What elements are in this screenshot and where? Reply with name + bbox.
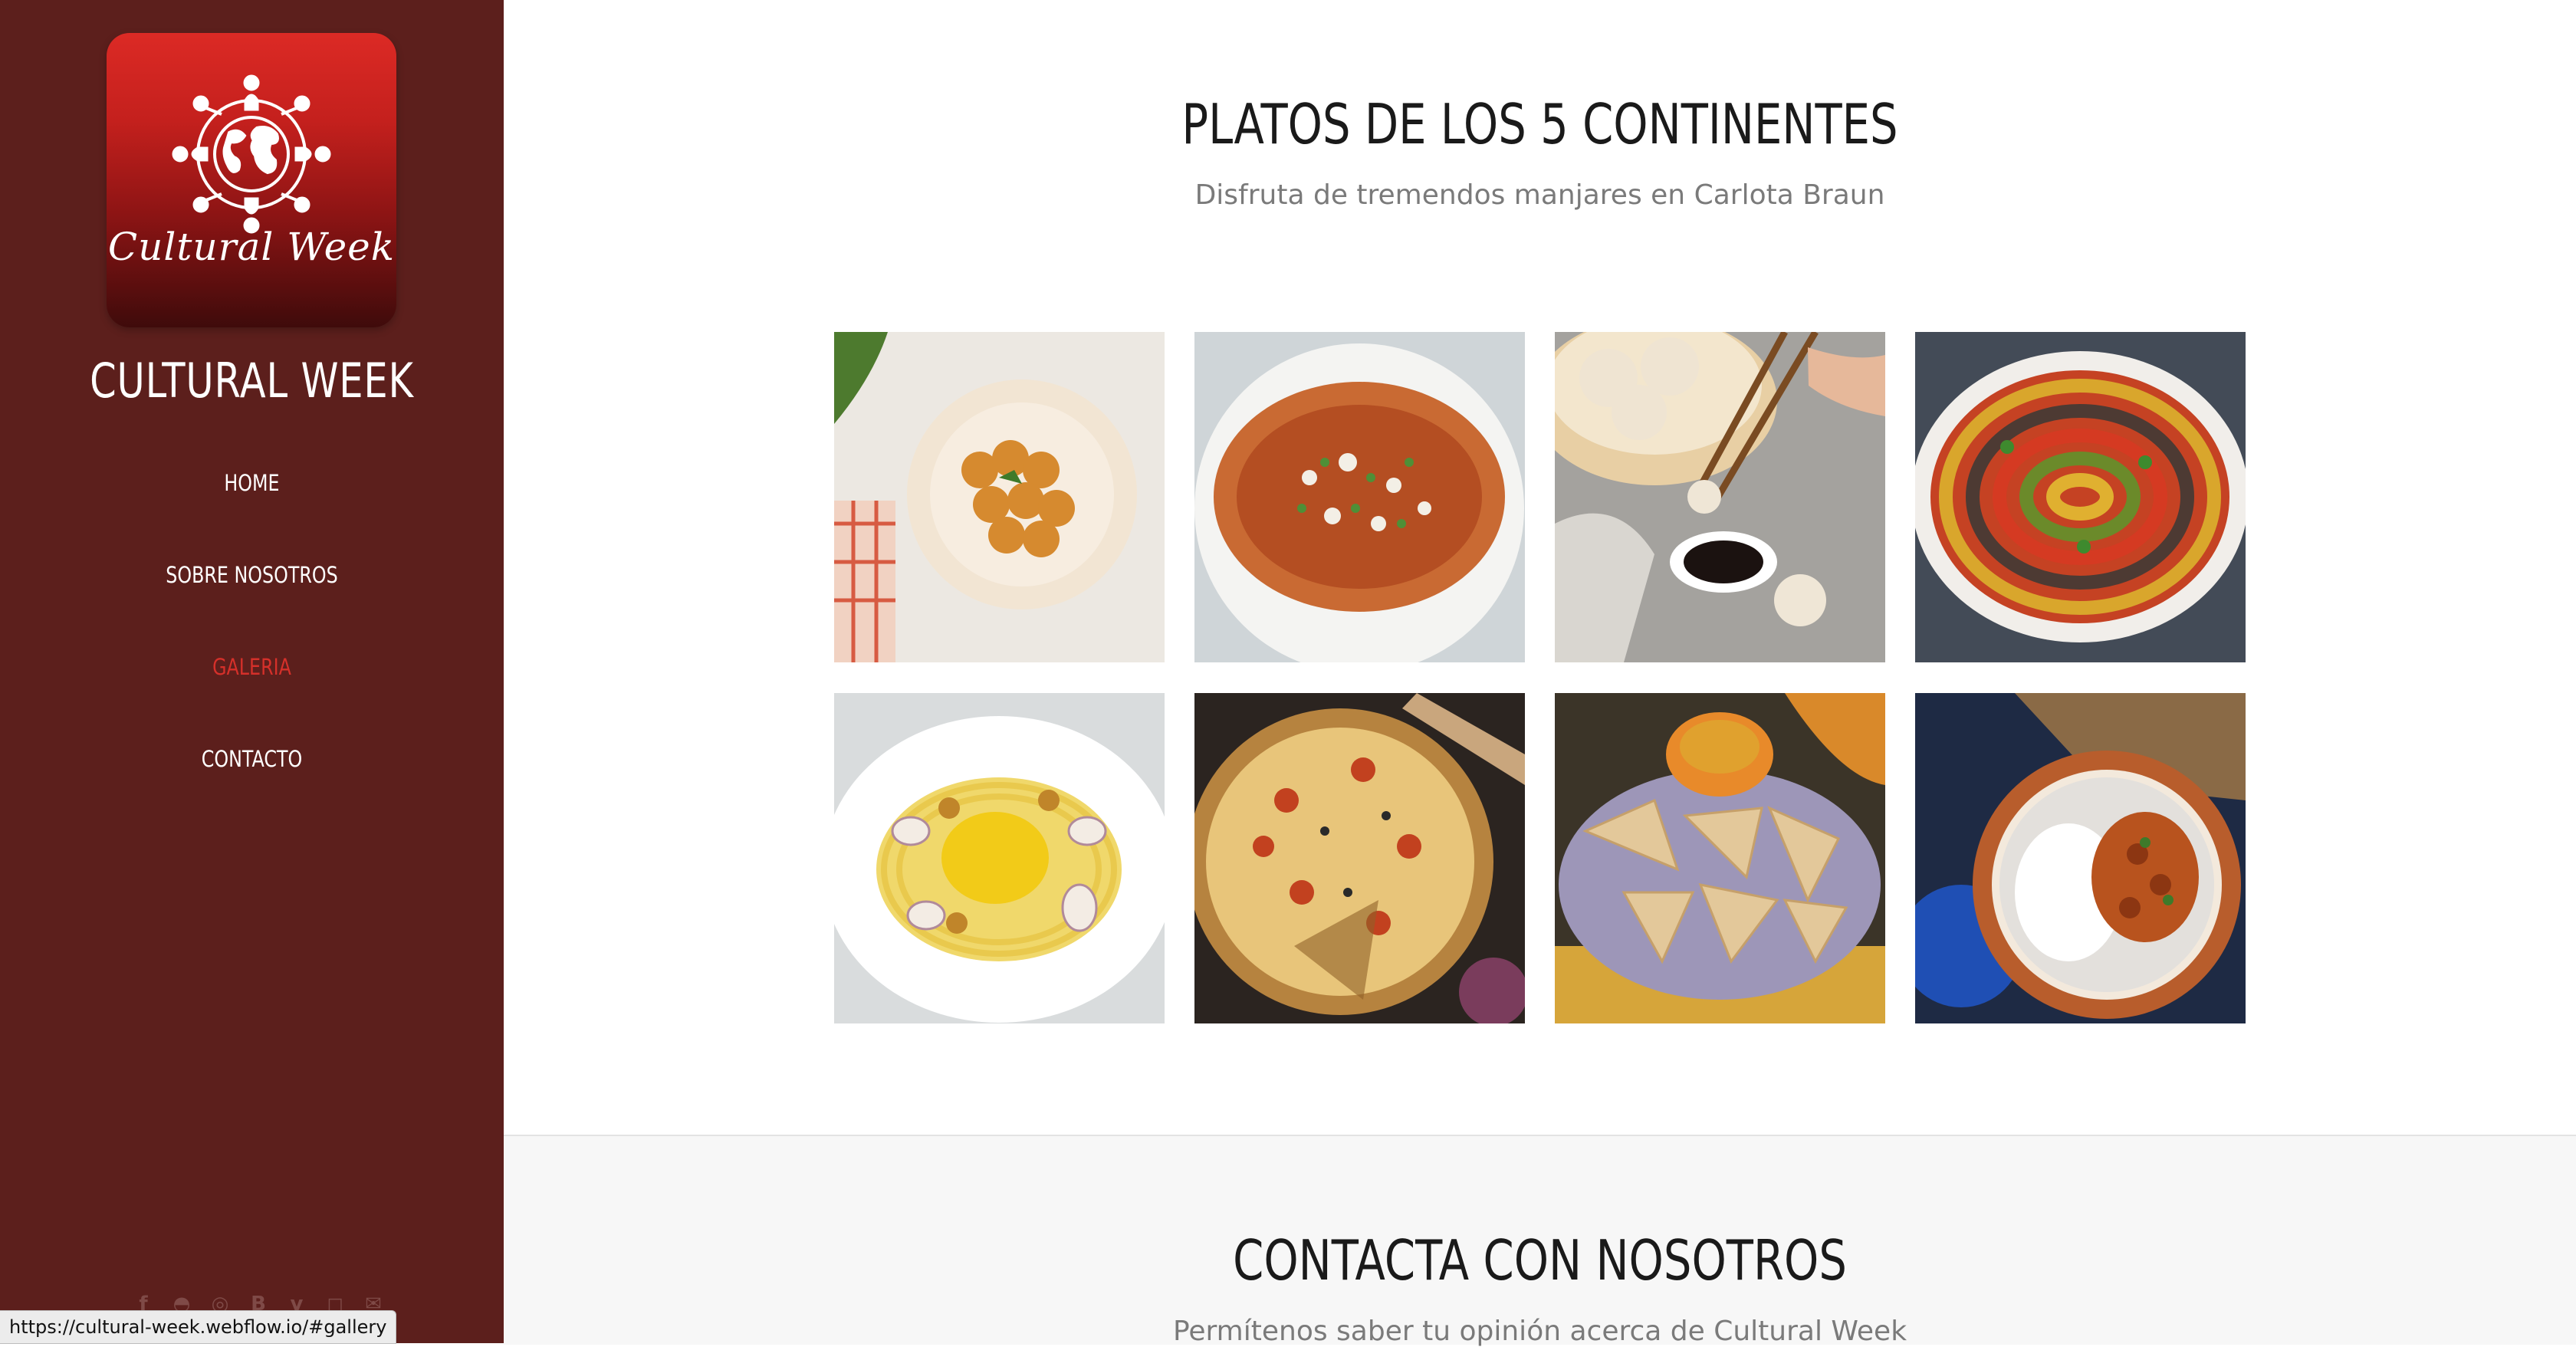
gallery-subtitle: Disfruta de tremendos manjares en Carlot… <box>1194 179 1885 211</box>
nav-item-galeria[interactable]: GALERIA <box>45 644 458 736</box>
gallery-image-pizza[interactable] <box>1194 693 1525 1023</box>
gallery-image-steamed-buns[interactable] <box>1555 332 1885 662</box>
main-nav: HOME SOBRE NOSOTROS GALERIA CONTACTO <box>0 460 504 828</box>
gallery-image-pasta[interactable] <box>834 693 1165 1023</box>
contact-subtitle: Permítenos saber tu opinión acerca de Cu… <box>1172 1316 1907 1347</box>
gallery-title: PLATOS DE LOS 5 CONTINENTES <box>1181 92 1898 156</box>
contact-title: CONTACTA CON NOSOTROS <box>1233 1228 1847 1293</box>
gallery-image-ratatouille[interactable] <box>1915 332 2246 662</box>
contact-section: CONTACTA CON NOSOTROS Permítenos saber t… <box>504 1135 2576 1347</box>
brand-name[interactable]: CULTURAL WEEK <box>51 353 454 409</box>
status-bar-url: https://cultural-week.webflow.io/#galler… <box>0 1310 397 1344</box>
cultural-week-logo[interactable]: Cultural Week <box>107 33 396 327</box>
gallery-image-scones[interactable] <box>1555 693 1885 1023</box>
gallery-grid <box>834 332 2246 1023</box>
sidebar: Cultural Week CULTURAL WEEK HOME SOBRE N… <box>0 0 504 1343</box>
nav-item-home[interactable]: HOME <box>45 460 458 552</box>
nav-item-contacto[interactable]: CONTACTO <box>45 736 458 828</box>
nav-item-sobre-nosotros[interactable]: SOBRE NOSOTROS <box>45 552 458 644</box>
gallery-image-croquettes[interactable] <box>834 332 1165 662</box>
logo-script-text: Cultural Week <box>107 225 396 269</box>
globe-people-icon <box>172 74 331 234</box>
main-content: PLATOS DE LOS 5 CONTINENTES Disfruta de … <box>504 0 2576 1347</box>
gallery-image-chilaquiles[interactable] <box>1194 332 1525 662</box>
gallery-image-curry[interactable] <box>1915 693 2246 1023</box>
